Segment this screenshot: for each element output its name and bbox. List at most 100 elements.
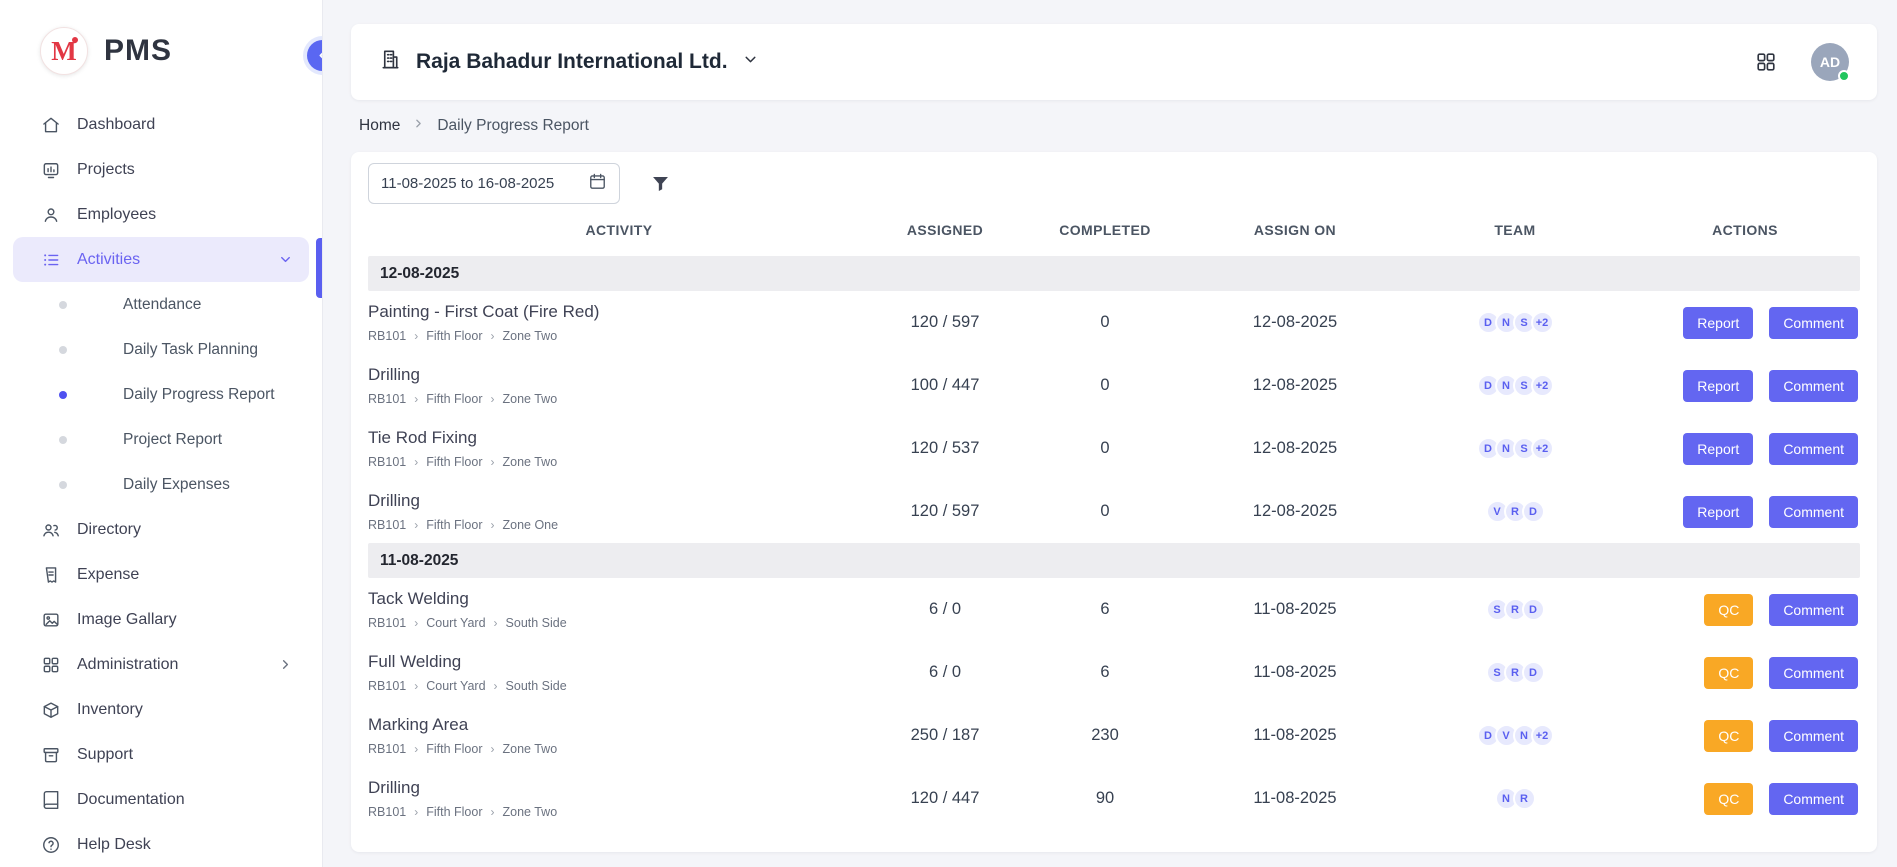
qc-button[interactable]: QC: [1704, 783, 1753, 815]
path-project: RB101: [368, 329, 406, 343]
assign-on-value: 11-08-2025: [1190, 600, 1400, 619]
sidebar-subitem-project-report[interactable]: Project Report: [13, 417, 309, 462]
sidebar-subitem-attendance[interactable]: Attendance: [13, 282, 309, 327]
sidebar-subitem-label: Daily Task Planning: [123, 341, 258, 359]
report-button[interactable]: Report: [1683, 496, 1753, 528]
book-icon: [41, 790, 61, 810]
sidebar-item-help-desk[interactable]: Help Desk: [13, 822, 309, 867]
path-project: RB101: [368, 518, 406, 532]
sidebar-item-label: Administration: [77, 656, 178, 674]
company-selector[interactable]: Raja Bahadur International Ltd.: [379, 48, 759, 76]
activity-name: Painting - First Coat (Fire Red): [368, 302, 870, 322]
activity-path: RB101 › Court Yard › South Side: [368, 616, 870, 630]
filter-funnel-icon[interactable]: [650, 173, 671, 194]
path-floor: Fifth Floor: [426, 805, 482, 819]
sidebar-item-directory[interactable]: Directory: [13, 507, 309, 552]
row-actions: Report Comment: [1630, 307, 1860, 339]
team-avatars: SRD: [1400, 598, 1630, 621]
comment-button[interactable]: Comment: [1769, 433, 1858, 465]
report-button[interactable]: Report: [1683, 307, 1753, 339]
activity-name: Tack Welding: [368, 589, 870, 609]
table-row: Drilling RB101 › Fifth Floor › Zone Two …: [368, 354, 1860, 417]
sidebar-item-expense[interactable]: Expense: [13, 552, 309, 597]
sidebar-subitem-label: Attendance: [123, 296, 201, 314]
sidebar-item-image-gallery[interactable]: Image Gallary: [13, 597, 309, 642]
team-avatars: DNS+2: [1400, 437, 1630, 460]
sidebar-item-label: Support: [77, 746, 133, 764]
comment-button[interactable]: Comment: [1769, 370, 1858, 402]
sidebar-item-activities[interactable]: Activities: [13, 237, 309, 282]
archive-box-icon: [41, 745, 61, 765]
sidebar-item-label: Help Desk: [77, 836, 151, 854]
team-avatars: DVN+2: [1400, 724, 1630, 747]
sidebar-subitem-daily-progress-report[interactable]: Daily Progress Report: [13, 372, 309, 417]
row-actions: Report Comment: [1630, 370, 1860, 402]
online-status-dot: [1838, 70, 1850, 82]
qc-button[interactable]: QC: [1704, 594, 1753, 626]
sidebar-item-administration[interactable]: Administration: [13, 642, 309, 687]
report-button[interactable]: Report: [1683, 370, 1753, 402]
bullet-dot-icon: [59, 301, 67, 309]
sidebar-subitem-daily-task-planning[interactable]: Daily Task Planning: [13, 327, 309, 372]
path-project: RB101: [368, 742, 406, 756]
sidebar-item-support[interactable]: Support: [13, 732, 309, 777]
comment-button[interactable]: Comment: [1769, 307, 1858, 339]
sidebar-subitem-daily-expenses[interactable]: Daily Expenses: [13, 462, 309, 507]
comment-button[interactable]: Comment: [1769, 657, 1858, 689]
apps-grid-icon[interactable]: [1755, 51, 1777, 73]
report-card: 11-08-2025 to 16-08-2025 ACTIVITY ASSIGN…: [351, 152, 1877, 852]
comment-button[interactable]: Comment: [1769, 783, 1858, 815]
completed-value: 230: [1020, 726, 1190, 745]
sidebar-item-label: Projects: [77, 161, 135, 179]
comment-button[interactable]: Comment: [1769, 720, 1858, 752]
chevron-right-icon: [412, 117, 425, 135]
sidebar-item-inventory[interactable]: Inventory: [13, 687, 309, 732]
path-project: RB101: [368, 392, 406, 406]
sidebar-item-employees[interactable]: Employees: [13, 192, 309, 237]
date-group-header: 12-08-2025: [368, 256, 1860, 291]
activity-path: RB101 › Fifth Floor › Zone Two: [368, 392, 870, 406]
chevron-right-icon: ›: [414, 329, 418, 343]
assign-on-value: 11-08-2025: [1190, 663, 1400, 682]
active-section-indicator: [316, 238, 322, 298]
comment-button[interactable]: Comment: [1769, 594, 1858, 626]
brand-dot: [72, 37, 78, 43]
sidebar-subitem-label: Daily Progress Report: [123, 386, 275, 404]
sidebar-item-projects[interactable]: Projects: [13, 147, 309, 192]
sidebar-item-label: Employees: [77, 206, 156, 224]
top-header: Raja Bahadur International Ltd. AD: [351, 24, 1877, 100]
row-actions: Report Comment: [1630, 433, 1860, 465]
chevron-right-icon: ›: [491, 455, 495, 469]
assigned-value: 120 / 597: [870, 502, 1020, 521]
team-avatars: DNS+2: [1400, 311, 1630, 334]
path-zone: Zone Two: [503, 392, 558, 406]
sidebar-nav: Dashboard Projects Employees Activities: [0, 102, 322, 867]
user-avatar[interactable]: AD: [1811, 43, 1849, 81]
completed-value: 6: [1020, 663, 1190, 682]
sidebar-item-documentation[interactable]: Documentation: [13, 777, 309, 822]
row-actions: Report Comment: [1630, 496, 1860, 528]
table-row: Drilling RB101 › Fifth Floor › Zone One …: [368, 480, 1860, 543]
comment-button[interactable]: Comment: [1769, 496, 1858, 528]
assigned-value: 250 / 187: [870, 726, 1020, 745]
qc-button[interactable]: QC: [1704, 657, 1753, 689]
sidebar-item-dashboard[interactable]: Dashboard: [13, 102, 309, 147]
qc-button[interactable]: QC: [1704, 720, 1753, 752]
activity-name: Full Welding: [368, 652, 870, 672]
table-row: Tack Welding RB101 › Court Yard › South …: [368, 578, 1860, 641]
sidebar-subitem-label: Project Report: [123, 431, 222, 449]
date-range-input[interactable]: 11-08-2025 to 16-08-2025: [368, 163, 620, 204]
report-button[interactable]: Report: [1683, 433, 1753, 465]
chevron-right-icon: ›: [491, 805, 495, 819]
sidebar-item-label: Activities: [77, 251, 140, 269]
chevron-down-icon: [278, 252, 293, 267]
activity-name: Drilling: [368, 778, 870, 798]
chevron-down-icon: [742, 51, 759, 73]
chevron-left-icon: [314, 47, 323, 64]
table-row: Drilling RB101 › Fifth Floor › Zone Two …: [368, 767, 1860, 830]
completed-value: 90: [1020, 789, 1190, 808]
breadcrumb-home-link[interactable]: Home: [359, 117, 400, 135]
calendar-icon: [588, 172, 607, 195]
header-actions: AD: [1755, 43, 1849, 81]
path-floor: Court Yard: [426, 616, 485, 630]
